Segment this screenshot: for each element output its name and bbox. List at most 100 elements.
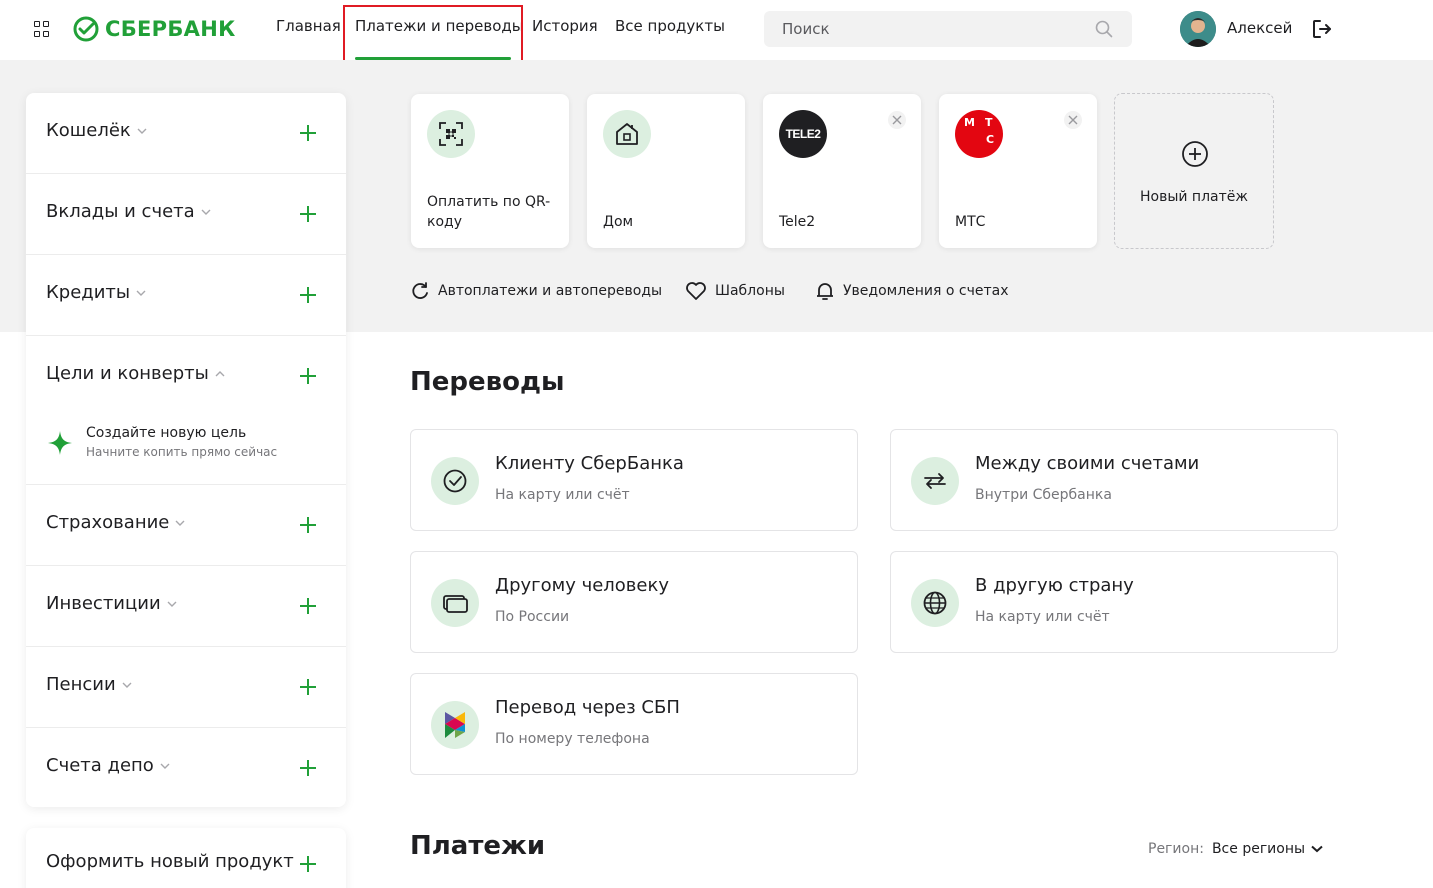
transfer-card-abroad[interactable]: В другую страну На карту или счёт: [890, 551, 1338, 653]
nav-all-products[interactable]: Все продукты: [615, 17, 725, 35]
nav-history[interactable]: История: [532, 17, 598, 35]
sidebar-item-deposits[interactable]: Вклады и счета: [26, 174, 346, 255]
sidebar-item-investments[interactable]: Инвестиции: [26, 566, 346, 647]
card-subtitle: По номеру телефона: [495, 731, 650, 747]
chevron-down-icon: [167, 601, 177, 607]
sidebar-item-label: Счета депо: [46, 755, 170, 776]
chevron-down-icon: [175, 520, 185, 526]
logout-icon[interactable]: [1311, 18, 1333, 40]
nav-main[interactable]: Главная: [276, 17, 341, 35]
goal-description: Начните копить прямо сейчас: [86, 445, 278, 459]
transfer-card-own-accounts[interactable]: Между своими счетами Внутри Сбербанка: [890, 429, 1338, 531]
plus-icon: [300, 856, 316, 872]
new-payment-label: Новый платёж: [1139, 189, 1248, 205]
sidebar-label-text: Кредиты: [46, 282, 131, 303]
payments-title: Платежи: [410, 831, 546, 861]
sidebar-label-text: Страхование: [46, 512, 170, 533]
sidebar-item-insurance[interactable]: Страхование: [26, 485, 346, 566]
sber-check-icon: [431, 457, 479, 505]
cards-icon: [431, 579, 479, 627]
autopayments-link[interactable]: Автоплатежи и автопереводы: [410, 281, 662, 301]
templates-label: Шаблоны: [715, 283, 785, 299]
add-credit-plus-icon[interactable]: [298, 285, 318, 305]
add-wallet-plus-icon[interactable]: [298, 123, 318, 143]
card-title: Другому человеку: [495, 575, 669, 596]
globe-icon: [911, 579, 959, 627]
sidebar-label-text: Пенсии: [46, 674, 116, 695]
tile-home[interactable]: Дом: [587, 94, 745, 248]
mts-logo-letter: Т: [985, 116, 993, 129]
user-name[interactable]: Алексей: [1227, 19, 1292, 37]
sidebar-item-label: Инвестиции: [46, 593, 177, 614]
region-value: Все регионы: [1211, 841, 1306, 857]
avatar-image: [1180, 11, 1216, 47]
create-goal-link[interactable]: Создайте новую цель Начните копить прямо…: [46, 425, 336, 465]
sidebar-item-label: Пенсии: [46, 674, 132, 695]
search-input[interactable]: [764, 11, 1094, 47]
chevron-down-icon: [122, 682, 132, 688]
sidebar-item-credits[interactable]: Кредиты: [26, 255, 346, 336]
sidebar-label-text: Вклады и счета: [46, 201, 195, 222]
mts-logo-letter: М: [964, 116, 975, 129]
sidebar-item-depo-accounts[interactable]: Счета депо: [26, 728, 346, 809]
sidebar-label-text: Цели и конверты: [46, 363, 209, 384]
tile-mts[interactable]: М Т С МТС: [939, 94, 1097, 248]
chevron-down-icon: [137, 128, 147, 134]
sidebar-item-label: Кредиты: [46, 282, 146, 303]
new-payment-tile[interactable]: Новый платёж: [1114, 93, 1274, 249]
tele2-logo-text: TELE2: [785, 127, 821, 141]
bill-notifications-label: Уведомления о счетах: [843, 283, 1009, 299]
avatar[interactable]: [1180, 11, 1216, 47]
top-header: СБЕРБАНК Главная Платежи и переводы Исто…: [0, 0, 1433, 60]
new-product-button[interactable]: Оформить новый продукт: [26, 828, 346, 888]
sidebar-item-label: Вклады и счета: [46, 201, 211, 222]
bill-notifications-link[interactable]: Уведомления о счетах: [815, 281, 1009, 301]
close-icon[interactable]: [888, 111, 906, 129]
tile-qr-payment[interactable]: Оплатить по QR-коду: [411, 94, 569, 248]
add-pension-plus-icon[interactable]: [298, 677, 318, 697]
brand-name: СБЕРБАНК: [105, 17, 236, 41]
transfer-card-another-person[interactable]: Другому человеку По России: [410, 551, 858, 653]
swap-arrows-icon: [911, 457, 959, 505]
sparkle-star-icon: [48, 431, 72, 455]
sidebar-label-text: Кошелёк: [46, 120, 131, 141]
chevron-down-icon: [201, 209, 211, 215]
templates-link[interactable]: Шаблоны: [685, 281, 785, 301]
transfer-card-sber-client[interactable]: Клиенту СберБанка На карту или счёт: [410, 429, 858, 531]
card-title: Перевод через СБП: [495, 697, 680, 718]
mts-logo: М Т С: [955, 110, 1003, 158]
card-subtitle: Внутри Сбербанка: [975, 487, 1112, 503]
add-insurance-plus-icon[interactable]: [298, 515, 318, 535]
autopayments-label: Автоплатежи и автопереводы: [438, 283, 663, 299]
bell-icon: [817, 283, 833, 300]
transfers-title: Переводы: [410, 367, 565, 397]
region-label: Регион:: [1148, 841, 1204, 857]
tile-tele2[interactable]: TELE2 Tele2: [763, 94, 921, 248]
add-depo-plus-icon[interactable]: [298, 758, 318, 778]
nav-payments-transfers[interactable]: Платежи и переводы: [355, 17, 524, 35]
sidebar-item-wallet[interactable]: Кошелёк: [26, 93, 346, 174]
search-icon[interactable]: [1095, 20, 1113, 38]
chevron-down-icon: [160, 763, 170, 769]
sidebar-label-text: Счета депо: [46, 755, 154, 776]
add-deposit-plus-icon[interactable]: [298, 204, 318, 224]
sberbank-logo[interactable]: СБЕРБАНК: [73, 14, 236, 44]
products-sidebar: Кошелёк Вклады и счета Кредиты Цели и ко…: [26, 93, 346, 807]
sidebar-item-pensions[interactable]: Пенсии: [26, 647, 346, 728]
card-title: Между своими счетами: [975, 453, 1200, 474]
close-icon[interactable]: [1064, 111, 1082, 129]
new-product-label: Оформить новый продукт: [46, 851, 294, 872]
add-goal-plus-icon[interactable]: [298, 366, 318, 386]
apps-grid-icon[interactable]: [34, 21, 50, 37]
sbp-icon: [431, 701, 479, 749]
tile-label: Дом: [603, 214, 634, 230]
region-selector: Регион: Все регионы: [1148, 841, 1323, 857]
card-title: Клиенту СберБанка: [495, 453, 684, 474]
home-icon: [603, 110, 651, 158]
tile-label: Tele2: [779, 214, 816, 230]
region-dropdown[interactable]: Все регионы: [1212, 841, 1323, 857]
add-investment-plus-icon[interactable]: [298, 596, 318, 616]
sidebar-label-text: Инвестиции: [46, 593, 161, 614]
card-subtitle: На карту или счёт: [975, 609, 1110, 625]
transfer-card-sbp[interactable]: Перевод через СБП По номеру телефона: [410, 673, 858, 775]
